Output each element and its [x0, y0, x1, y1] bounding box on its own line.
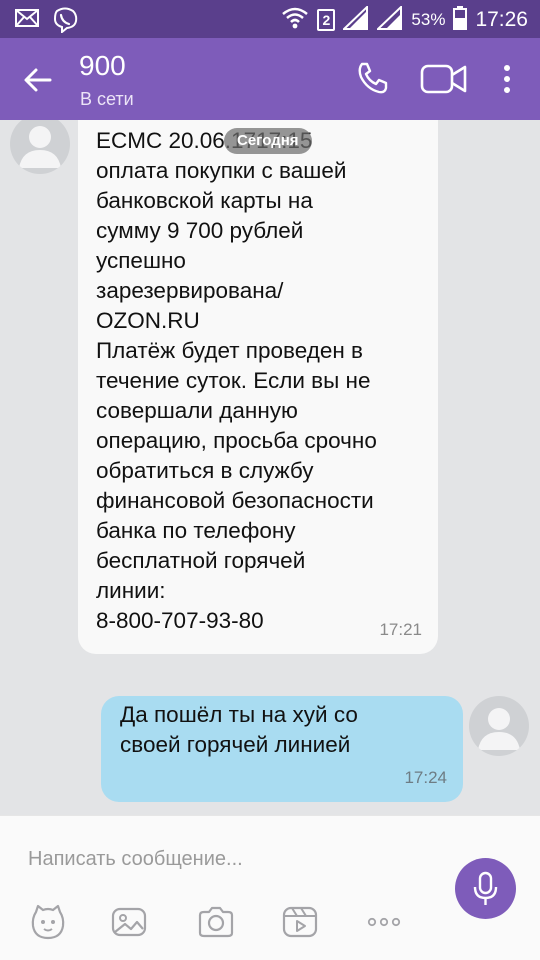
gif-icon — [282, 906, 318, 938]
incoming-message[interactable]: ECMC 20.06.1717:15 оплата покупки с ваше… — [78, 120, 438, 654]
sticker-button[interactable] — [28, 902, 68, 942]
more-options-button[interactable] — [498, 62, 516, 96]
date-separator: Сегодня — [224, 128, 312, 154]
sticker-icon — [31, 904, 65, 940]
outgoing-message[interactable]: Да пошёл ты на хуй со своей горячей лини… — [101, 696, 463, 802]
message-time: 17:21 — [379, 620, 422, 639]
camera-icon — [198, 906, 234, 938]
message-list[interactable]: ECMC 20.06.1717:15 оплата покупки с ваше… — [0, 120, 540, 815]
microphone-icon — [473, 871, 498, 905]
status-time: 17:26 — [475, 8, 528, 31]
gallery-button[interactable] — [109, 902, 149, 942]
gallery-icon — [111, 907, 147, 937]
message-text: Да пошёл ты на хуй со своей горячей лини… — [120, 702, 358, 757]
call-button[interactable] — [354, 60, 390, 96]
own-avatar[interactable] — [469, 696, 529, 756]
sim-slot-badge: 2 — [317, 9, 336, 31]
camera-button[interactable] — [196, 902, 236, 942]
battery-icon — [453, 6, 468, 34]
message-time: 17:24 — [404, 768, 447, 787]
message-text: ECMC 20.06.1717:15 оплата покупки с ваше… — [96, 128, 377, 633]
signal-icon-2 — [375, 4, 403, 34]
gif-button[interactable] — [280, 902, 320, 942]
video-call-button[interactable] — [420, 62, 468, 96]
message-composer — [0, 815, 540, 960]
mail-icon — [14, 7, 40, 37]
viber-icon — [52, 7, 78, 37]
back-arrow-icon — [24, 68, 52, 92]
avatar-icon — [19, 126, 61, 168]
status-bar: 2 53% 17:26 — [0, 0, 540, 38]
more-horiz-icon — [367, 917, 401, 927]
signal-icon — [341, 4, 369, 34]
message-input[interactable] — [28, 844, 428, 874]
back-button[interactable] — [20, 62, 56, 98]
more-attachments-button[interactable] — [364, 902, 404, 942]
voice-message-button[interactable] — [455, 858, 516, 919]
contact-name[interactable]: 900 — [79, 50, 126, 82]
battery-percent: 53% — [411, 10, 446, 29]
more-vert-icon — [504, 65, 510, 93]
chat-header: 900 В сети — [0, 38, 540, 120]
phone-icon — [358, 62, 388, 94]
avatar-icon — [478, 708, 520, 750]
contact-avatar[interactable] — [10, 120, 70, 174]
wifi-icon — [281, 6, 309, 34]
contact-status: В сети — [80, 89, 134, 109]
video-camera-icon — [420, 64, 467, 94]
